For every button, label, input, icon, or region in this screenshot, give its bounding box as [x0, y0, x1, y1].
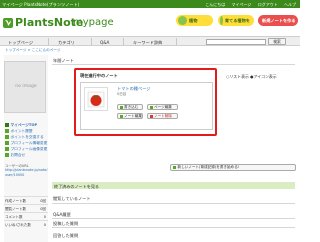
grow-plants-button[interactable]: 育てる植物を	[218, 15, 254, 26]
list-view-radio[interactable]: ○リスト表示	[226, 74, 249, 79]
nav-divider	[123, 38, 124, 45]
sidebar-item-label: プロフィール情報変更	[10, 140, 48, 145]
edit-page-button-label: ページ編集	[154, 104, 172, 109]
stat-label: 閲覧ノート数	[5, 206, 26, 211]
nav-item-qa[interactable]: Q&A	[100, 40, 109, 45]
section-divider	[52, 227, 295, 228]
sidebar-item-label: ポイントを交換する	[10, 134, 44, 139]
section-divider	[52, 203, 295, 204]
create-note-button-label: 新しいノート(育成記録)を書き始める!	[177, 165, 240, 169]
stat-row: コメント数 0	[4, 212, 48, 219]
new-note-button[interactable]: 新規ノートを作る	[258, 15, 298, 26]
grow-plants-button-label: 育てる植物を	[224, 17, 250, 23]
nav-item-category[interactable]: カテゴリ	[58, 40, 75, 46]
delete-note-button[interactable]: ノート削除	[147, 113, 178, 119]
plants-button[interactable]: 植物	[176, 15, 213, 26]
arrow-icon	[5, 123, 9, 127]
sidebar-item-label: マイページTOP	[10, 122, 38, 127]
tomato-icon[interactable]	[84, 87, 108, 111]
top-bar: マイページ PlantsNote(プランツノート) こんにちは マイページ ログ…	[0, 0, 300, 8]
stat-value: 0回	[40, 206, 46, 211]
stat-label: 作成ノート数	[5, 198, 26, 203]
logout-link[interactable]: ログアウト	[258, 2, 278, 7]
edit-note-button[interactable]: ノート編集	[117, 113, 143, 119]
sidebar-item-label: お問合せ	[10, 152, 26, 157]
arrow-icon	[5, 141, 9, 145]
stat-value: 0回	[40, 198, 46, 203]
icon-view-radio[interactable]: ●アイコン表示	[250, 74, 277, 79]
plus-icon	[173, 166, 176, 169]
section-divider	[52, 64, 295, 65]
edit-note-button-label: ノート編集	[124, 113, 142, 118]
nav-divider	[176, 38, 177, 45]
edit-icon	[149, 105, 153, 109]
edit-page-button[interactable]: ページ編集	[147, 104, 178, 110]
nav-item-keywords[interactable]: キーワード辞典	[133, 40, 162, 46]
site-title: マイページ PlantsNote(プランツノート)	[2, 1, 80, 7]
nav-item-top[interactable]: トップページ	[8, 40, 33, 46]
finished-notes-label: 終了済みのノートを見る	[54, 183, 100, 189]
answered-questions-title: 回答した質問	[53, 233, 79, 238]
stat-label: いいね!された数	[5, 222, 31, 227]
sidebar-item-label: プロフィール画像変更	[10, 146, 48, 151]
sidebar-item-contact[interactable]: お問合せ	[5, 152, 49, 158]
arrow-icon	[5, 129, 9, 133]
nav-divider	[48, 38, 49, 45]
main-nav: トップページ カテゴリ Q&A キーワード辞典 検索	[0, 36, 300, 46]
nav-divider	[91, 38, 92, 45]
mypage-link[interactable]: マイページ	[232, 2, 252, 7]
sidebar-item-label: ポイント履歴	[10, 128, 33, 133]
stat-row: いいね!された数 0	[4, 220, 48, 227]
plantsnote-logo-icon[interactable]	[3, 18, 13, 28]
sprout-icon	[220, 16, 223, 25]
create-note-button[interactable]: 新しいノート(育成記録)を書き始める!	[170, 164, 296, 171]
pencil-icon	[119, 105, 123, 109]
search-button[interactable]: 検索	[268, 38, 286, 45]
greeting-link[interactable]: こんにちは	[205, 2, 225, 7]
write-button-label: 書き込む	[124, 104, 139, 109]
view-options: ○リスト表示 ●アイコン表示	[226, 74, 277, 80]
arrow-icon	[5, 147, 9, 151]
logo-mypage: mypage	[73, 17, 114, 28]
stat-row: 閲覧ノート数 0回	[4, 204, 48, 211]
help-link[interactable]: ヘルプ	[284, 2, 296, 7]
arrow-icon	[5, 135, 9, 139]
new-note-button-label: 新規ノートを作る	[262, 17, 296, 23]
leaf-icon	[178, 16, 187, 25]
user-url-link[interactable]: http://plantsnote.jp/note/user/10000	[5, 168, 49, 177]
delete-note-button-label: ノート削除	[154, 113, 172, 118]
note-day-count: 0日目	[117, 92, 127, 96]
arrow-icon	[5, 153, 9, 157]
stat-label: コメント数	[5, 214, 23, 219]
delete-icon	[149, 114, 153, 118]
active-notes-title: 現在進行中のノート	[80, 73, 118, 78]
following-notes-title: 閲覧しているノート	[53, 196, 91, 201]
breadcrumb[interactable]: トップページ > ここにんのページ	[5, 48, 60, 53]
avatar-placeholder-text: no image	[15, 84, 37, 89]
stat-value: 0	[43, 222, 46, 227]
stat-value: 0	[43, 214, 46, 219]
finished-notes-bar[interactable]: 終了済みのノートを見る	[52, 182, 295, 189]
section-divider	[52, 218, 295, 219]
note-icon	[119, 114, 123, 118]
plants-button-label: 植物	[189, 17, 198, 23]
top-links: こんにちは マイページ ログアウト ヘルプ	[200, 2, 296, 8]
avatar: no image	[4, 61, 46, 113]
search-input[interactable]	[206, 38, 266, 45]
stat-row: 作成ノート数 0回	[4, 196, 48, 203]
write-button[interactable]: 書き込む	[117, 104, 143, 110]
